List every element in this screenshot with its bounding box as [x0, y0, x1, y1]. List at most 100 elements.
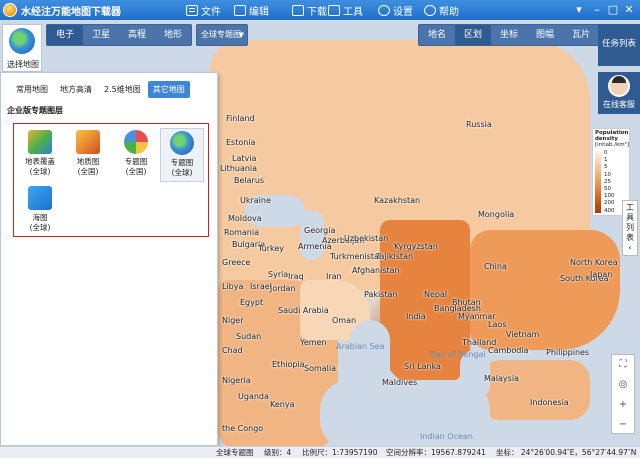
- map-type-satellite[interactable]: 卫星: [83, 25, 119, 45]
- menu-file[interactable]: 文件: [186, 0, 221, 20]
- map-label: Kyrgyzstan: [394, 242, 438, 251]
- map-type-electronic[interactable]: 电子: [47, 25, 84, 45]
- legend-tick: 5: [604, 164, 608, 171]
- overlay-tiles[interactable]: 瓦片: [563, 25, 599, 45]
- file-icon: [186, 4, 198, 16]
- maximize-button[interactable]: □: [606, 3, 620, 17]
- map-label: the Congo: [222, 424, 264, 433]
- map-label: Latvia: [232, 154, 257, 163]
- map-label: China: [484, 262, 507, 271]
- menu-help[interactable]: 帮助: [424, 0, 459, 20]
- map-label: Kenya: [270, 400, 295, 409]
- tool-list-tab[interactable]: 工具列表 ‹: [622, 200, 638, 256]
- online-service-button[interactable]: 在线客服: [598, 72, 640, 114]
- layer-label: (全球): [29, 167, 51, 176]
- locate-icon[interactable]: ◎: [612, 375, 634, 395]
- menu-label: 工具: [343, 6, 363, 18]
- layer-label: (全球): [171, 168, 193, 177]
- tool-list-label: 工具列表: [626, 203, 634, 242]
- map-label: Somalia: [304, 364, 337, 373]
- geology-map-icon: [76, 130, 100, 154]
- map-label: Cambodia: [488, 346, 529, 355]
- legend-tick: 25: [604, 178, 611, 185]
- map-label: Maldives: [382, 378, 418, 387]
- help-icon: [424, 4, 436, 16]
- overlay-sheets[interactable]: 图幅: [527, 25, 563, 45]
- globe-icon: [170, 131, 194, 155]
- land-cover-icon: [28, 130, 52, 154]
- layer-geology[interactable]: 地质图 (全国): [66, 130, 110, 177]
- layer-label: (全国): [77, 167, 99, 176]
- layer-label: 海图: [32, 213, 48, 222]
- layer-nautical-chart[interactable]: 海图 (全球): [18, 186, 62, 233]
- tab-common-maps[interactable]: 常用地图: [11, 81, 53, 98]
- task-list-button[interactable]: 任务列表: [598, 24, 640, 66]
- menu-edit[interactable]: 编辑: [234, 0, 269, 20]
- map-label: Arabian Sea: [336, 342, 385, 351]
- close-button[interactable]: ✕: [622, 3, 636, 17]
- map-select-panel: 常用地图 地方高清 2.5维地图 其它地图 企业版专题图层 地表覆盖 (全球) …: [0, 72, 218, 446]
- tab-local-hd[interactable]: 地方高清: [55, 81, 97, 98]
- edit-icon: [234, 4, 246, 16]
- menu-download[interactable]: 下载: [292, 0, 327, 20]
- map-label: Indian Ocean: [420, 432, 473, 441]
- layer-thematic-cn[interactable]: 专题图 (全国): [114, 130, 158, 177]
- legend-tick: 1: [604, 157, 608, 164]
- legend-tick: 400: [604, 207, 615, 214]
- map-type-toolbar: 电子 卫星 高程 地形: [46, 24, 193, 46]
- layer-label: (全球): [29, 223, 51, 232]
- select-map-button[interactable]: 选择地图: [2, 24, 42, 72]
- map-type-terrain[interactable]: 地形: [155, 25, 191, 45]
- map-label: Chad: [222, 346, 243, 355]
- tab-other-maps[interactable]: 其它地图: [147, 81, 190, 98]
- overlay-divisions[interactable]: 区划: [455, 25, 492, 45]
- map-label: Egypt: [240, 298, 264, 307]
- overlay-placenames[interactable]: 地名: [419, 25, 455, 45]
- map-nav-control: ⛶ ◎ + −: [611, 354, 635, 434]
- status-level: 级别：4: [264, 448, 292, 457]
- minimize-button[interactable]: –: [590, 3, 604, 17]
- map-label: Belarus: [234, 176, 265, 185]
- zoom-in-button[interactable]: +: [612, 395, 634, 415]
- legend-tick: 100: [604, 193, 615, 200]
- skin-button[interactable]: ▾: [572, 3, 586, 17]
- map-label: Indonesia: [530, 398, 569, 407]
- legend-color-bar: [595, 151, 601, 213]
- section-title: 企业版专题图层: [7, 106, 63, 115]
- map-label: Israel: [250, 282, 272, 291]
- map-label: Yemen: [300, 338, 327, 347]
- map-label: Turkmenistan: [330, 252, 384, 261]
- app-logo-icon: [3, 3, 17, 17]
- map-label: Kazakhstan: [374, 196, 421, 205]
- layer-thematic-global[interactable]: 专题图 (全球): [160, 128, 204, 182]
- map-label: Japan: [590, 270, 613, 279]
- map-label: Malaysia: [484, 374, 519, 383]
- menu-tools[interactable]: 工具: [328, 0, 363, 20]
- menu-settings[interactable]: 设置: [378, 0, 413, 20]
- layer-label: 专题图: [124, 157, 148, 166]
- map-label: Iran: [326, 272, 342, 281]
- map-type-elevation[interactable]: 高程: [119, 25, 155, 45]
- fullscreen-icon[interactable]: ⛶: [612, 355, 634, 375]
- tab-2.5d-maps[interactable]: 2.5维地图: [99, 81, 146, 98]
- thematic-map-icon: [124, 130, 148, 154]
- nautical-chart-icon: [28, 186, 52, 210]
- map-label: Sri Lanka: [404, 362, 441, 371]
- globe-icon: [9, 28, 35, 54]
- topic-map-dropdown[interactable]: 全球专题图 ▼: [196, 24, 248, 46]
- map-label: North Korea: [570, 258, 618, 267]
- overlay-toolbar: 地名 区划 坐标 图幅 瓦片: [418, 24, 601, 46]
- map-label: Pakistan: [364, 290, 398, 299]
- legend-tick: 200: [604, 200, 615, 207]
- map-label: Nigeria: [222, 376, 251, 385]
- map-label: Niger: [222, 316, 244, 325]
- map-label: Ukraine: [240, 196, 271, 205]
- overlay-coordinates[interactable]: 坐标: [491, 25, 527, 45]
- map-label: Georgia: [304, 226, 336, 235]
- map-label: Vietnam: [506, 330, 540, 339]
- layer-land-cover[interactable]: 地表覆盖 (全球): [18, 130, 62, 177]
- status-layer: 全球专题图: [216, 448, 254, 457]
- zoom-out-button[interactable]: −: [612, 415, 634, 435]
- map-label: Greece: [222, 258, 251, 267]
- status-coords: 坐标： 24°26′00.94″E，56°27′44.97″N: [496, 448, 637, 457]
